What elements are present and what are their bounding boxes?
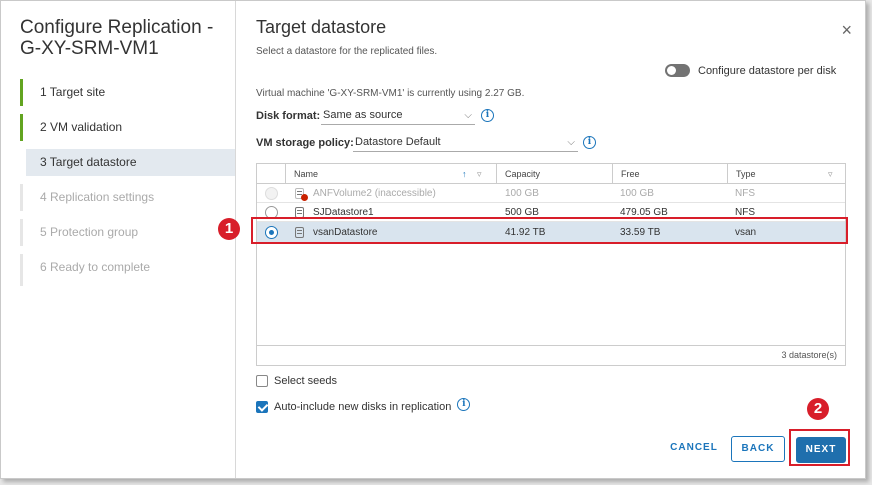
- cell-capacity: 100 GB: [505, 188, 539, 199]
- column-header-capacity[interactable]: Capacity: [496, 164, 612, 184]
- disk-format-value: Same as source: [323, 109, 403, 121]
- page-subtitle: Select a datastore for the replicated fi…: [256, 46, 438, 57]
- storage-policy-value: Datastore Default: [355, 136, 441, 148]
- step-target-datastore[interactable]: 3 Target datastore: [26, 149, 235, 176]
- step-ready-to-complete: 6 Ready to complete: [20, 254, 235, 286]
- close-icon[interactable]: ×: [841, 21, 852, 39]
- auto-include-info-icon[interactable]: i: [457, 398, 471, 411]
- filter-icon[interactable]: ▿: [828, 164, 833, 184]
- vm-usage-text: Virtual machine 'G-XY-SRM-VM1' is curren…: [256, 88, 525, 99]
- row-radio: [265, 187, 278, 200]
- datastore-grid: Name ↑ ▿ Capacity Free Type ▿ ANFVolume2…: [256, 163, 846, 366]
- step-vm-validation[interactable]: 2 VM validation: [20, 114, 235, 141]
- step-badge-2: 2: [807, 398, 829, 420]
- toggle-label: Configure datastore per disk: [698, 64, 837, 77]
- auto-include-option[interactable]: Auto-include new disks in replication i: [256, 398, 471, 413]
- wizard-sidebar: Configure Replication - G-XY-SRM-VM1 1 T…: [1, 1, 236, 478]
- chevron-down-icon: ⌵: [464, 110, 472, 121]
- step-protection-group: 5 Protection group: [20, 219, 235, 246]
- wizard-title: Configure Replication - G-XY-SRM-VM1: [20, 17, 214, 59]
- auto-include-label: Auto-include new disks in replication: [274, 400, 452, 413]
- cell-name: ANFVolume2 (inaccessible): [313, 188, 436, 199]
- cancel-button[interactable]: CANCEL: [661, 436, 727, 462]
- disk-format-label: Disk format:: [256, 110, 321, 122]
- page-title: Target datastore: [256, 17, 387, 37]
- storage-policy-label: VM storage policy:: [256, 137, 354, 149]
- sort-asc-icon[interactable]: ↑: [462, 164, 467, 184]
- error-icon: [301, 194, 308, 201]
- table-row: ANFVolume2 (inaccessible) 100 GB 100 GB …: [257, 184, 845, 203]
- back-button[interactable]: BACK: [731, 436, 785, 462]
- cell-free: 100 GB: [620, 188, 654, 199]
- select-seeds-option[interactable]: Select seeds: [256, 375, 337, 387]
- datastore-per-disk-toggle[interactable]: [665, 64, 690, 77]
- storage-policy-select[interactable]: Datastore Default ⌵: [353, 135, 578, 152]
- select-seeds-label: Select seeds: [274, 375, 337, 387]
- grid-header: Name ↑ ▿ Capacity Free Type ▿: [257, 164, 845, 184]
- step-badge-1: 1: [218, 218, 240, 240]
- cell-type: NFS: [735, 188, 755, 199]
- disk-format-select[interactable]: Same as source ⌵: [321, 108, 475, 125]
- column-header-name[interactable]: Name ↑ ▿: [285, 164, 505, 184]
- storage-policy-info-icon[interactable]: i: [583, 136, 596, 149]
- select-seeds-checkbox[interactable]: [256, 375, 268, 387]
- step-replication-settings: 4 Replication settings: [20, 184, 235, 211]
- column-header-type[interactable]: Type ▿: [727, 164, 845, 184]
- column-header-free[interactable]: Free: [612, 164, 727, 184]
- datastore-per-disk-toggle-row: Configure datastore per disk: [665, 64, 836, 77]
- filter-icon[interactable]: ▿: [477, 164, 482, 184]
- next-highlight-box: [789, 429, 850, 466]
- auto-include-checkbox[interactable]: [256, 400, 268, 413]
- grid-footer: 3 datastore(s): [257, 345, 845, 365]
- step-target-site[interactable]: 1 Target site: [20, 79, 235, 106]
- row-highlight-box: [251, 217, 848, 244]
- disk-format-info-icon[interactable]: i: [481, 109, 494, 122]
- chevron-down-icon: ⌵: [567, 137, 575, 148]
